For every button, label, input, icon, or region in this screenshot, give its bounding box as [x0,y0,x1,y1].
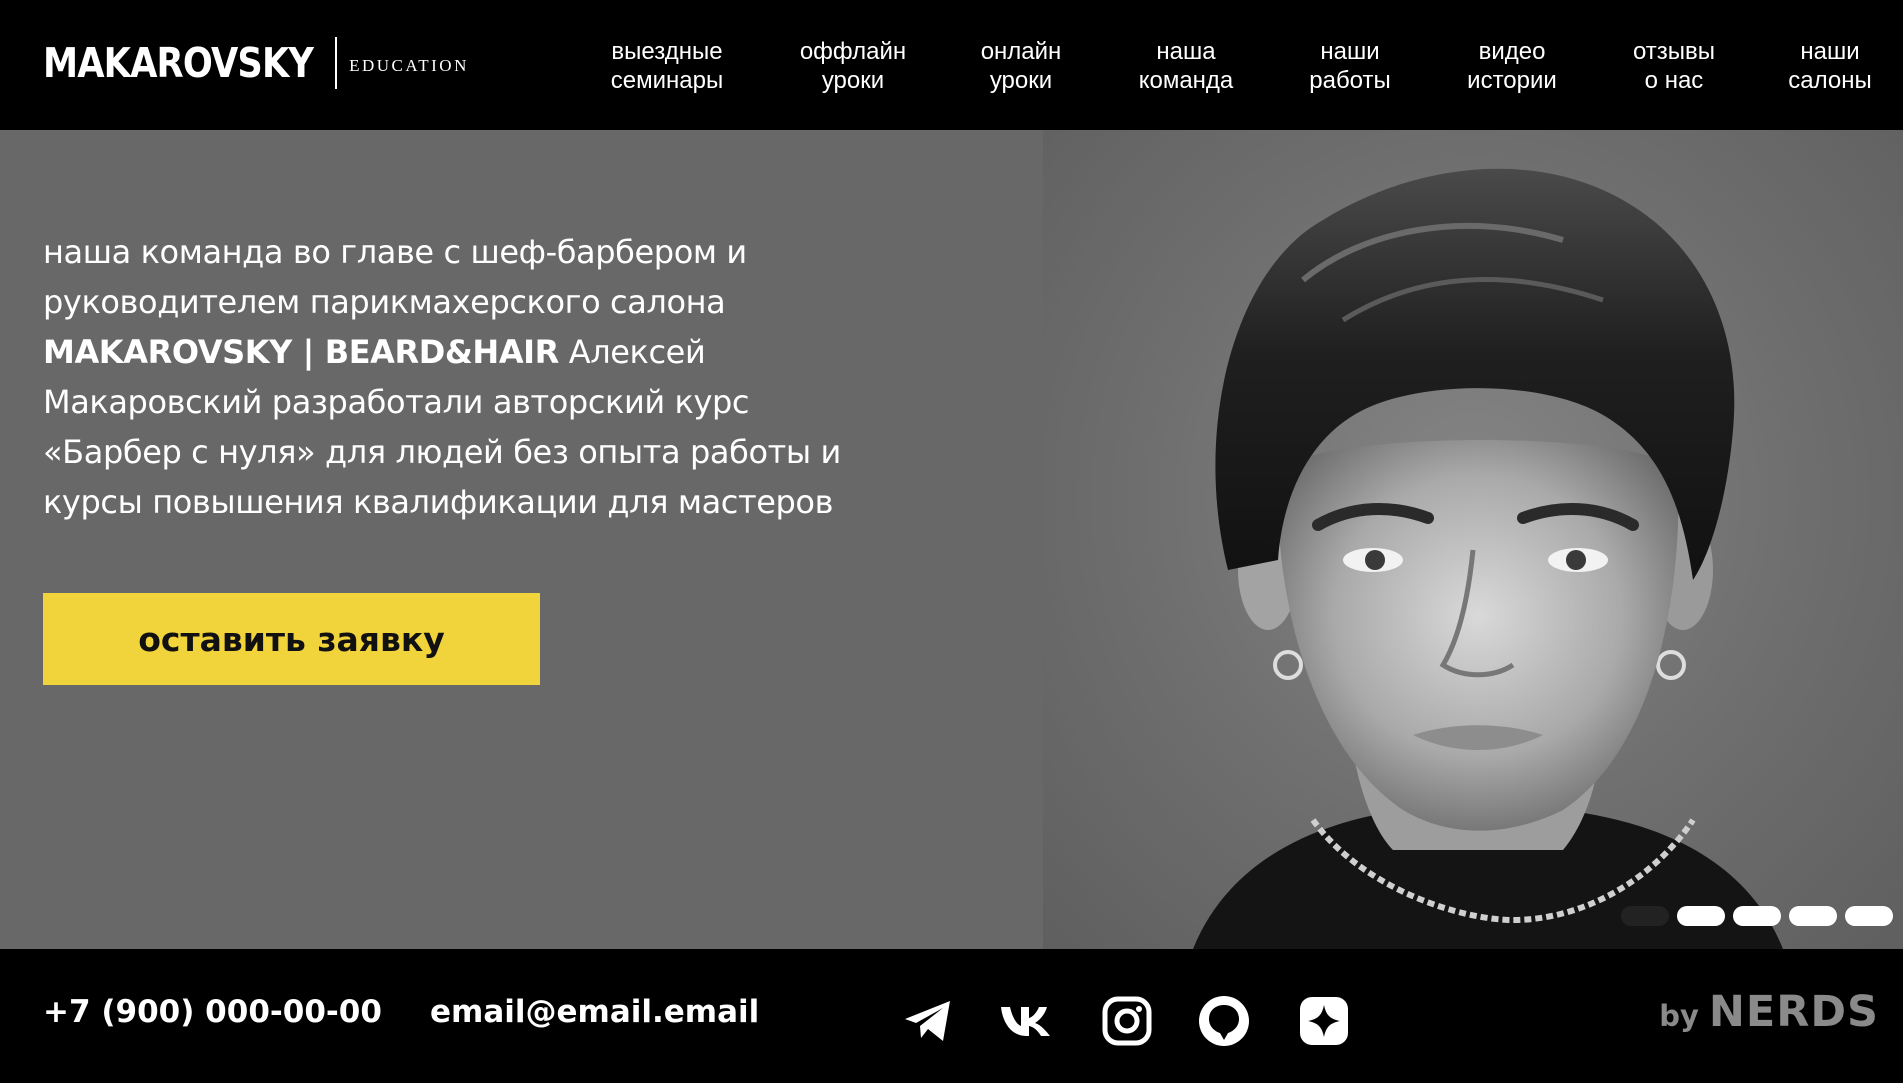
submit-request-button[interactable]: оставить заявку [43,593,540,685]
nav-label-line1: наша [1156,38,1216,65]
phone-link[interactable]: +7 (900) 000-00-00 [43,994,382,1030]
nav-label-line1: наши [1320,38,1380,65]
nav-label-line2: уроки [821,67,885,94]
main-nav: выездные семинары оффлайн уроки онлайн у… [0,37,1903,97]
nav-label-line1: выездные [611,38,723,65]
nav-item-video-stories[interactable]: видео истории [1467,37,1557,95]
nav-label-line1: наши [1800,38,1860,65]
nav-item-offline-lessons[interactable]: оффлайн уроки [800,37,906,95]
slider-dot[interactable] [1733,906,1781,926]
nav-label-line2: команда [1138,67,1234,94]
telegram-icon[interactable] [902,995,954,1047]
nav-label-line1: видео [1478,38,1546,65]
hero-description: наша команда во главе с шеф-барбером и р… [43,227,873,527]
nav-item-our-team[interactable]: наша команда [1139,37,1234,95]
page: MAKAROVSKY EDUCATION выездные семинары о… [0,0,1903,1083]
nav-label-line2: работы [1309,67,1391,94]
portrait-illustration [1193,168,1783,949]
sparkle-icon[interactable] [1298,995,1350,1047]
nav-item-online-lessons[interactable]: онлайн уроки [981,37,1062,95]
nav-label-line2: истории [1467,67,1557,94]
hero-section: наша команда во главе с шеф-барбером и р… [0,130,1903,949]
nerds-logo: NERDS [1708,987,1879,1037]
hero-portrait-image [1043,130,1903,949]
slider-dot[interactable] [1677,906,1725,926]
developer-credit[interactable]: by NERDS [1659,987,1879,1037]
slider-dot[interactable] [1845,906,1893,926]
nav-item-our-salons[interactable]: наши салоны [1788,37,1871,95]
nav-item-our-works[interactable]: наши работы [1309,37,1391,95]
hero-text-part1: наша команда во главе с шеф-барбером и р… [43,233,747,321]
nav-label-line2: о нас [1644,67,1704,94]
slider-dot[interactable] [1621,906,1669,926]
vk-icon[interactable] [1000,995,1052,1047]
site-footer: +7 (900) 000-00-00 email@email.email by … [0,949,1903,1083]
nav-label-line1: оффлайн [799,38,907,65]
instagram-icon[interactable] [1101,995,1153,1047]
by-label: by [1659,999,1699,1033]
slider-dot[interactable] [1789,906,1837,926]
nav-item-field-seminars[interactable]: выездные семинары [611,37,723,95]
chat-icon[interactable] [1198,995,1250,1047]
hero-text-brand: MAKAROVSKY | BEARD&HAIR [43,333,559,371]
nav-label-line2: семинары [610,67,724,94]
nav-label-line2: уроки [989,67,1053,94]
email-link[interactable]: email@email.email [430,994,759,1030]
nav-label-line1: отзывы [1632,38,1716,65]
nav-label-line1: онлайн [980,38,1062,65]
site-header: MAKAROVSKY EDUCATION выездные семинары о… [0,0,1903,130]
nav-item-reviews[interactable]: отзывы о нас [1633,37,1715,95]
nav-label-line2: салоны [1788,67,1872,94]
slider-pagination [1621,906,1893,926]
